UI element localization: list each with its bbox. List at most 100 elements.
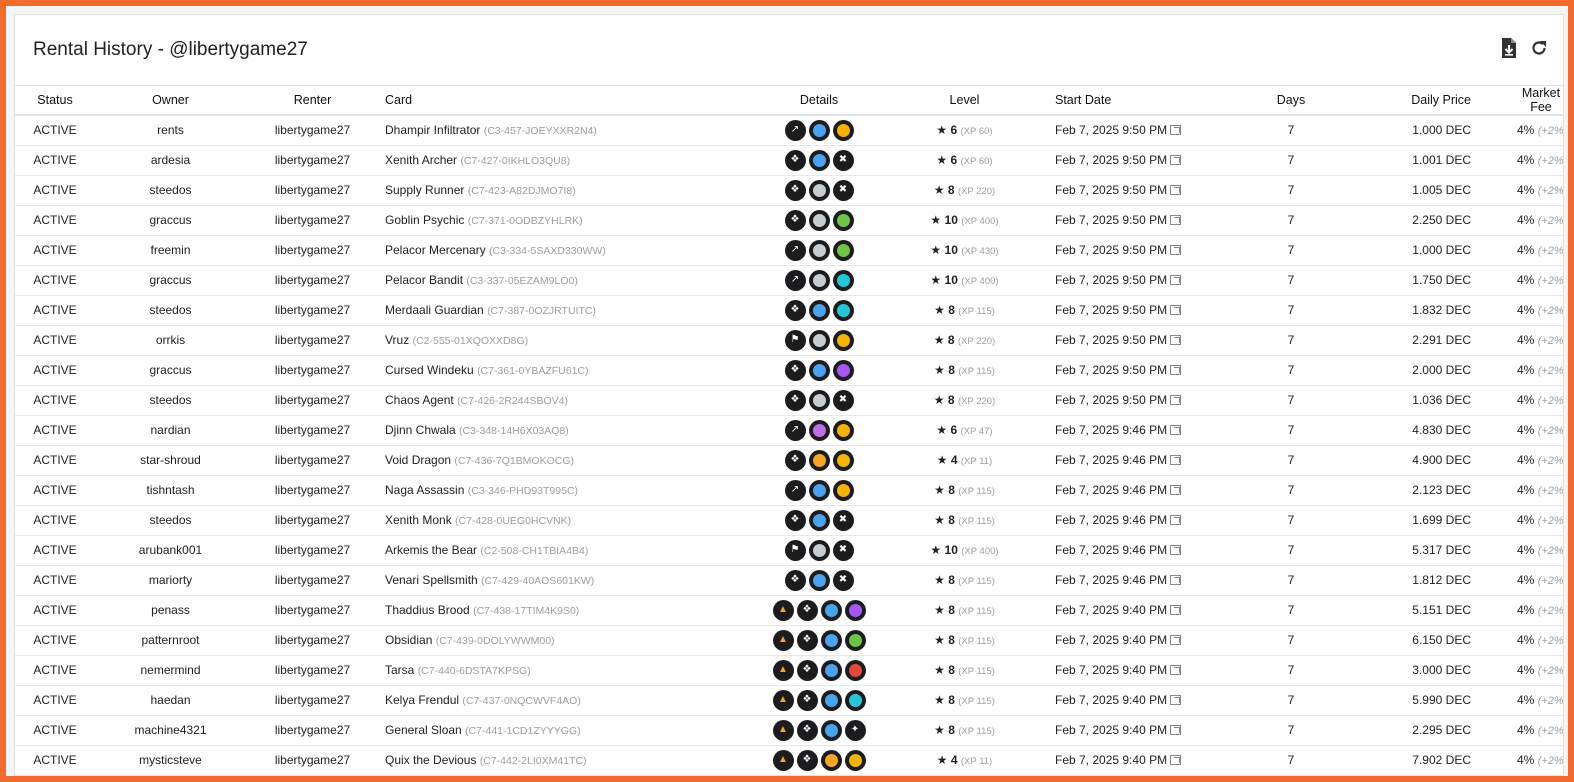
card-name[interactable]: Chaos Agent bbox=[385, 393, 454, 407]
table-row[interactable]: ACTIVE arubank001 libertygame27 Arkemis the… bbox=[15, 535, 1563, 566]
table-row[interactable]: ACTIVE mysticsteve libertygame27 Quix the D… bbox=[15, 745, 1563, 775]
external-link-icon[interactable] bbox=[1170, 215, 1182, 225]
renter-cell[interactable]: libertygame27 bbox=[246, 145, 379, 176]
start-date-cell[interactable]: Feb 7, 2025 9:50 PM bbox=[1042, 265, 1227, 296]
renter-cell[interactable]: libertygame27 bbox=[246, 385, 379, 416]
table-row[interactable]: ACTIVE star-shroud libertygame27 Void Drago… bbox=[15, 445, 1563, 476]
card-cell[interactable]: Quix the Devious (C7-442-2LI0XM41TC) bbox=[379, 745, 751, 775]
start-date-cell[interactable]: Feb 7, 2025 9:46 PM bbox=[1042, 565, 1227, 596]
start-date-cell[interactable]: Feb 7, 2025 9:50 PM bbox=[1042, 295, 1227, 326]
owner-cell[interactable]: rents bbox=[95, 115, 246, 146]
table-row[interactable]: ACTIVE graccus libertygame27 Cursed Windeku… bbox=[15, 355, 1563, 386]
table-row[interactable]: ACTIVE steedos libertygame27 Merdaali Guard… bbox=[15, 295, 1563, 326]
card-name[interactable]: Pelacor Mercenary bbox=[385, 243, 486, 257]
card-name[interactable]: Xenith Archer bbox=[385, 153, 457, 167]
column-header-details[interactable]: Details bbox=[751, 86, 887, 116]
card-name[interactable]: Naga Assassin bbox=[385, 483, 464, 497]
owner-cell[interactable]: nardian bbox=[95, 415, 246, 446]
external-link-icon[interactable] bbox=[1170, 125, 1182, 136]
owner-cell[interactable]: patternroot bbox=[95, 625, 246, 656]
owner-cell[interactable]: orrkis bbox=[95, 325, 246, 356]
card-name[interactable]: Venari Spellsmith bbox=[385, 573, 478, 587]
external-link-icon[interactable] bbox=[1170, 365, 1182, 375]
owner-cell[interactable]: arubank001 bbox=[95, 535, 246, 566]
card-name[interactable]: Thaddius Brood bbox=[385, 603, 470, 617]
table-row[interactable]: ACTIVE patternroot libertygame27 Obsidian (… bbox=[15, 625, 1563, 656]
column-header-owner[interactable]: Owner bbox=[95, 86, 246, 116]
card-cell[interactable]: General Sloan (C7-441-1CD1ZYYYGG) bbox=[379, 715, 751, 746]
table-row[interactable]: ACTIVE graccus libertygame27 Goblin Psychic… bbox=[15, 205, 1563, 236]
column-header-level[interactable]: Level bbox=[887, 86, 1042, 116]
table-row[interactable]: ACTIVE nardian libertygame27 Djinn Chwala (… bbox=[15, 415, 1563, 446]
table-row[interactable]: ACTIVE ardesia libertygame27 Xenith Archer … bbox=[15, 145, 1563, 176]
owner-cell[interactable]: steedos bbox=[95, 175, 246, 206]
external-link-icon[interactable] bbox=[1170, 305, 1182, 315]
external-link-icon[interactable] bbox=[1170, 515, 1182, 525]
renter-cell[interactable]: libertygame27 bbox=[246, 655, 379, 686]
owner-cell[interactable]: graccus bbox=[95, 205, 246, 236]
start-date-cell[interactable]: Feb 7, 2025 9:40 PM bbox=[1042, 655, 1227, 686]
renter-cell[interactable]: libertygame27 bbox=[246, 415, 379, 446]
external-link-icon[interactable] bbox=[1170, 155, 1182, 165]
start-date-cell[interactable]: Feb 7, 2025 9:50 PM bbox=[1042, 175, 1227, 206]
start-date-cell[interactable]: Feb 7, 2025 9:46 PM bbox=[1042, 475, 1227, 506]
card-name[interactable]: Arkemis the Bear bbox=[385, 543, 477, 557]
start-date-cell[interactable]: Feb 7, 2025 9:40 PM bbox=[1042, 745, 1227, 775]
owner-cell[interactable]: graccus bbox=[95, 265, 246, 296]
card-name[interactable]: Obsidian bbox=[385, 633, 432, 647]
card-cell[interactable]: Arkemis the Bear (C2-508-CH1TBIA4B4) bbox=[379, 535, 751, 566]
renter-cell[interactable]: libertygame27 bbox=[246, 565, 379, 596]
external-link-icon[interactable] bbox=[1170, 455, 1182, 465]
card-cell[interactable]: Naga Assassin (C3-346-PHD93T995C) bbox=[379, 475, 751, 506]
column-header-market-fee[interactable]: Market Fee bbox=[1477, 86, 1563, 116]
owner-cell[interactable]: freemin bbox=[95, 235, 246, 266]
card-name[interactable]: Kelya Frendul bbox=[385, 693, 459, 707]
card-cell[interactable]: Thaddius Brood (C7-438-17TIM4K9S0) bbox=[379, 595, 751, 626]
external-link-icon[interactable] bbox=[1170, 725, 1182, 735]
renter-cell[interactable]: libertygame27 bbox=[246, 115, 379, 146]
start-date-cell[interactable]: Feb 7, 2025 9:50 PM bbox=[1042, 325, 1227, 356]
owner-cell[interactable]: penass bbox=[95, 595, 246, 626]
card-cell[interactable]: Xenith Archer (C7-427-0IKHLO3QU8) bbox=[379, 145, 751, 176]
external-link-icon[interactable] bbox=[1170, 605, 1182, 615]
card-cell[interactable]: Dhampir Infiltrator (C3-457-JOEYXXR2N4) bbox=[379, 115, 751, 146]
card-cell[interactable]: Merdaali Guardian (C7-387-0OZJRTUITC) bbox=[379, 295, 751, 326]
download-icon[interactable] bbox=[1499, 37, 1519, 59]
external-link-icon[interactable] bbox=[1170, 635, 1182, 645]
external-link-icon[interactable] bbox=[1170, 485, 1182, 495]
table-row[interactable]: ACTIVE orrkis libertygame27 Vruz (C2-555-01… bbox=[15, 325, 1563, 356]
card-name[interactable]: Supply Runner bbox=[385, 183, 464, 197]
card-name[interactable]: Goblin Psychic bbox=[385, 213, 464, 227]
renter-cell[interactable]: libertygame27 bbox=[246, 715, 379, 746]
card-name[interactable]: Dhampir Infiltrator bbox=[385, 123, 480, 137]
table-row[interactable]: ACTIVE mariorty libertygame27 Venari Spells… bbox=[15, 565, 1563, 596]
renter-cell[interactable]: libertygame27 bbox=[246, 625, 379, 656]
owner-cell[interactable]: haedan bbox=[95, 685, 246, 716]
card-cell[interactable]: Venari Spellsmith (C7-429-40AOS601KW) bbox=[379, 565, 751, 596]
start-date-cell[interactable]: Feb 7, 2025 9:50 PM bbox=[1042, 115, 1227, 146]
external-link-icon[interactable] bbox=[1170, 185, 1182, 195]
card-cell[interactable]: Pelacor Mercenary (C3-334-5SAXD330WW) bbox=[379, 235, 751, 266]
card-name[interactable]: Xenith Monk bbox=[385, 513, 452, 527]
external-link-icon[interactable] bbox=[1170, 245, 1182, 255]
owner-cell[interactable]: mariorty bbox=[95, 565, 246, 596]
card-cell[interactable]: Goblin Psychic (C7-371-0ODBZYHLRK) bbox=[379, 205, 751, 236]
renter-cell[interactable]: libertygame27 bbox=[246, 205, 379, 236]
table-row[interactable]: ACTIVE nemermind libertygame27 Tarsa (C7-44… bbox=[15, 655, 1563, 686]
owner-cell[interactable]: steedos bbox=[95, 505, 246, 536]
card-cell[interactable]: Chaos Agent (C7-426-2R244SBOV4) bbox=[379, 385, 751, 416]
table-row[interactable]: ACTIVE graccus libertygame27 Pelacor Bandit… bbox=[15, 265, 1563, 296]
renter-cell[interactable]: libertygame27 bbox=[246, 745, 379, 775]
column-header-card[interactable]: Card bbox=[379, 86, 751, 116]
external-link-icon[interactable] bbox=[1170, 395, 1182, 405]
owner-cell[interactable]: mysticsteve bbox=[95, 745, 246, 775]
external-link-icon[interactable] bbox=[1170, 575, 1182, 585]
owner-cell[interactable]: steedos bbox=[95, 385, 246, 416]
card-name[interactable]: Cursed Windeku bbox=[385, 363, 474, 377]
owner-cell[interactable]: ardesia bbox=[95, 145, 246, 176]
start-date-cell[interactable]: Feb 7, 2025 9:46 PM bbox=[1042, 535, 1227, 566]
column-header-status[interactable]: Status bbox=[15, 86, 95, 116]
renter-cell[interactable]: libertygame27 bbox=[246, 265, 379, 296]
renter-cell[interactable]: libertygame27 bbox=[246, 535, 379, 566]
card-name[interactable]: Quix the Devious bbox=[385, 753, 476, 767]
